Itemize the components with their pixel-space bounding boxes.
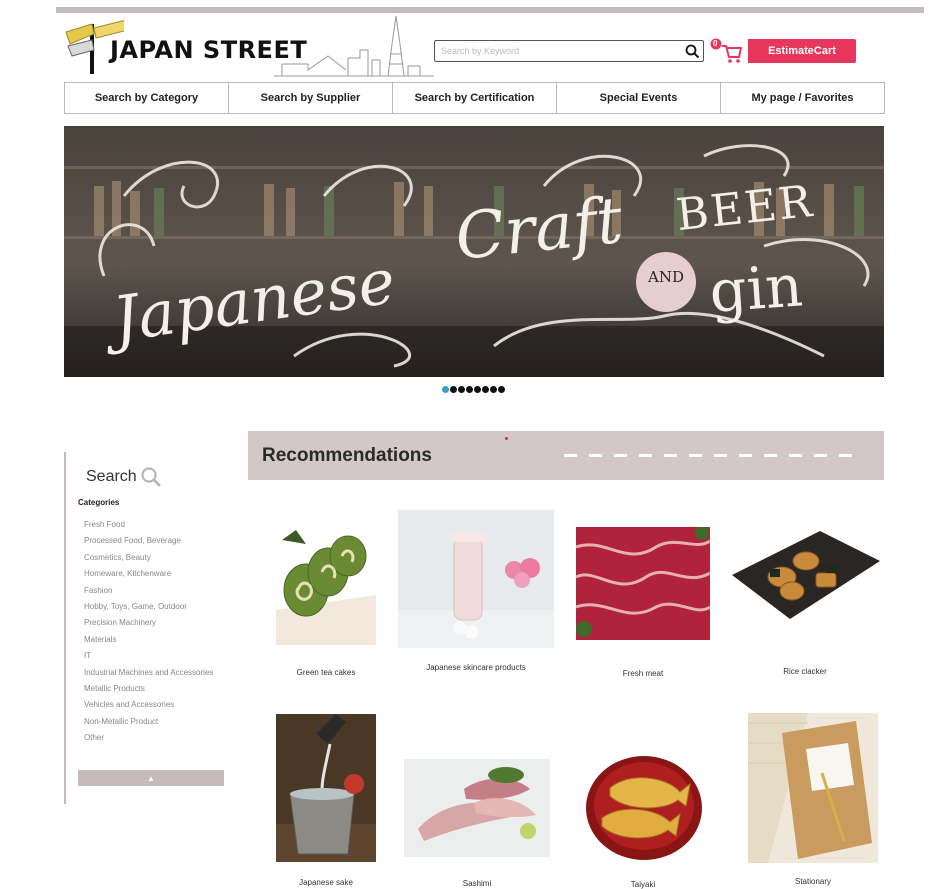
- product-name: Rice clacker: [783, 667, 827, 676]
- category-link[interactable]: Vehicles and Accessories: [84, 700, 224, 710]
- carousel-dot[interactable]: [482, 386, 489, 393]
- search-input[interactable]: [435, 42, 681, 60]
- categories-heading: Categories: [78, 498, 120, 507]
- product-card[interactable]: Sashimi: [404, 759, 550, 888]
- nav-search-by-supplier[interactable]: Search by Supplier: [228, 82, 393, 114]
- category-link[interactable]: Homeware, Kitchenware: [84, 569, 224, 579]
- nav-search-by-certification[interactable]: Search by Certification: [392, 82, 557, 114]
- product-image-rice-clacker: [730, 525, 880, 620]
- recommendations-title: Recommendations: [262, 445, 432, 466]
- nav-my-page-favorites[interactable]: My page / Favorites: [720, 82, 885, 114]
- sidebar: Search Categories Fresh Food Processed F…: [64, 452, 230, 804]
- estimate-cart-button[interactable]: EstimateCart: [746, 39, 856, 63]
- category-link[interactable]: Processed Food, Beverage: [84, 536, 224, 546]
- product-image-fresh-meat: [575, 526, 711, 640]
- scroll-up-button[interactable]: ▲: [78, 770, 224, 786]
- product-card[interactable]: Stationary: [748, 713, 878, 888]
- banner-text-and: AND: [647, 268, 684, 286]
- category-link[interactable]: Non-Metallic Product: [84, 717, 224, 727]
- product-card[interactable]: Japanese sake: [276, 714, 376, 888]
- category-link[interactable]: IT: [84, 651, 224, 661]
- product-card[interactable]: Taiyaki: [558, 748, 728, 889]
- product-card[interactable]: Rice clacker: [730, 525, 880, 685]
- carousel-dot[interactable]: [466, 386, 473, 393]
- category-list: Fresh Food Processed Food, Beverage Cosm…: [84, 520, 224, 749]
- category-link[interactable]: Fashion: [84, 586, 224, 596]
- category-link[interactable]: Precision Machinery: [84, 618, 224, 628]
- product-image-japanese-skincare-products: [398, 510, 554, 648]
- search-icon: [141, 467, 161, 487]
- product-image-sashimi: [404, 759, 550, 857]
- product-image-taiyaki: [558, 748, 728, 862]
- product-card[interactable]: Japanese skincare products: [398, 510, 554, 685]
- product-name: Green tea cakes: [296, 668, 356, 677]
- carousel-dot[interactable]: [450, 386, 457, 393]
- product-image-green-tea-cakes: [276, 500, 376, 645]
- main-nav: Search by Category Search by Supplier Se…: [64, 82, 885, 114]
- carousel-dots: [442, 386, 505, 393]
- hero-banner[interactable]: Japanese Craft BEER AND gin: [64, 126, 884, 377]
- carousel-dot[interactable]: [458, 386, 465, 393]
- product-image-stationary: [748, 713, 878, 863]
- cart-badge: 0: [713, 39, 718, 48]
- sidebar-title-text: Search: [86, 468, 137, 485]
- carousel-dot[interactable]: [474, 386, 481, 393]
- category-link[interactable]: Other: [84, 733, 224, 743]
- product-name: Sashimi: [462, 879, 492, 888]
- decorative-dot: [505, 437, 508, 440]
- keyword-search: [434, 40, 704, 62]
- product-card[interactable]: Fresh meat: [575, 526, 711, 687]
- carousel-dot[interactable]: [490, 386, 497, 393]
- nav-special-events[interactable]: Special Events: [556, 82, 721, 114]
- category-link[interactable]: Materials: [84, 635, 224, 645]
- category-link[interactable]: Industrial Machines and Accessories: [84, 668, 224, 678]
- product-image-japanese-sake: [276, 714, 376, 862]
- site-logo[interactable]: JAPAN STREET: [64, 18, 307, 76]
- category-link[interactable]: Metallic Products: [84, 684, 224, 694]
- search-icon[interactable]: [681, 41, 703, 61]
- cart-icon-button[interactable]: 0: [708, 38, 743, 64]
- top-strip: [56, 7, 924, 13]
- category-link[interactable]: Fresh Food: [84, 520, 224, 530]
- carousel-dot[interactable]: [498, 386, 505, 393]
- decorative-dashes: [564, 454, 852, 457]
- sidebar-title: Search: [86, 466, 162, 488]
- skyline-graphic: [268, 14, 438, 80]
- category-link[interactable]: Hobby, Toys, Game, Outdoor: [84, 602, 224, 612]
- category-link[interactable]: Cosmetics, Beauty: [84, 553, 224, 563]
- nav-search-by-category[interactable]: Search by Category: [64, 82, 229, 114]
- product-card[interactable]: Green tea cakes: [276, 500, 376, 680]
- product-name: Japanese sake: [299, 878, 353, 887]
- up-arrow-icon: ▲: [147, 773, 155, 783]
- product-name: Japanese skincare products: [426, 663, 526, 672]
- carousel-dot[interactable]: [442, 386, 449, 393]
- product-name: Stationary: [794, 877, 832, 886]
- product-name: Fresh meat: [622, 669, 664, 678]
- banner-text-gin: gin: [707, 251, 805, 325]
- recommendations-header: Recommendations: [248, 431, 884, 480]
